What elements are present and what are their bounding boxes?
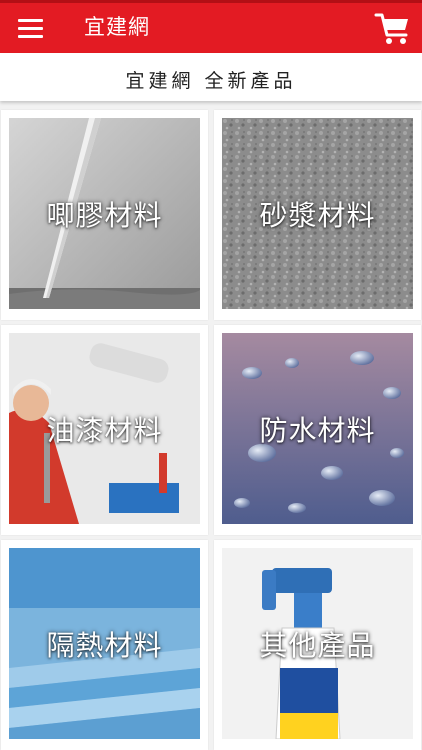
category-card-paint[interactable]: 油漆材料 (1, 325, 208, 535)
category-card-waterproof[interactable]: 防水材料 (214, 325, 421, 535)
hamburger-menu-icon[interactable] (10, 8, 50, 48)
subheader-banner: 宜建網 全新產品 (0, 53, 422, 101)
shopping-cart-icon[interactable] (372, 8, 412, 48)
category-label: 隔熱材料 (46, 628, 163, 662)
subheader-title: 宜建網 全新產品 (125, 70, 297, 92)
category-card-other[interactable]: 其他產品 (214, 540, 421, 750)
category-card-insulation[interactable]: 隔熱材料 (1, 540, 208, 750)
category-label: 砂漿材料 (259, 198, 376, 232)
app-bar: 宜建網 (0, 3, 422, 53)
category-label: 防水材料 (259, 413, 376, 447)
category-label: 唧膠材料 (46, 198, 163, 232)
category-card-mortar[interactable]: 砂漿材料 (214, 110, 421, 320)
app-title: 宜建網 (84, 15, 150, 39)
category-label: 其他產品 (259, 628, 376, 662)
category-card-caulking[interactable]: 唧膠材料 (1, 110, 208, 320)
app-screen: 宜建網 宜建網 全新產品 唧膠材料 砂漿材料 油漆材料 防水材料 隔熱材料 其他… (0, 0, 422, 750)
category-label: 油漆材料 (46, 413, 163, 447)
